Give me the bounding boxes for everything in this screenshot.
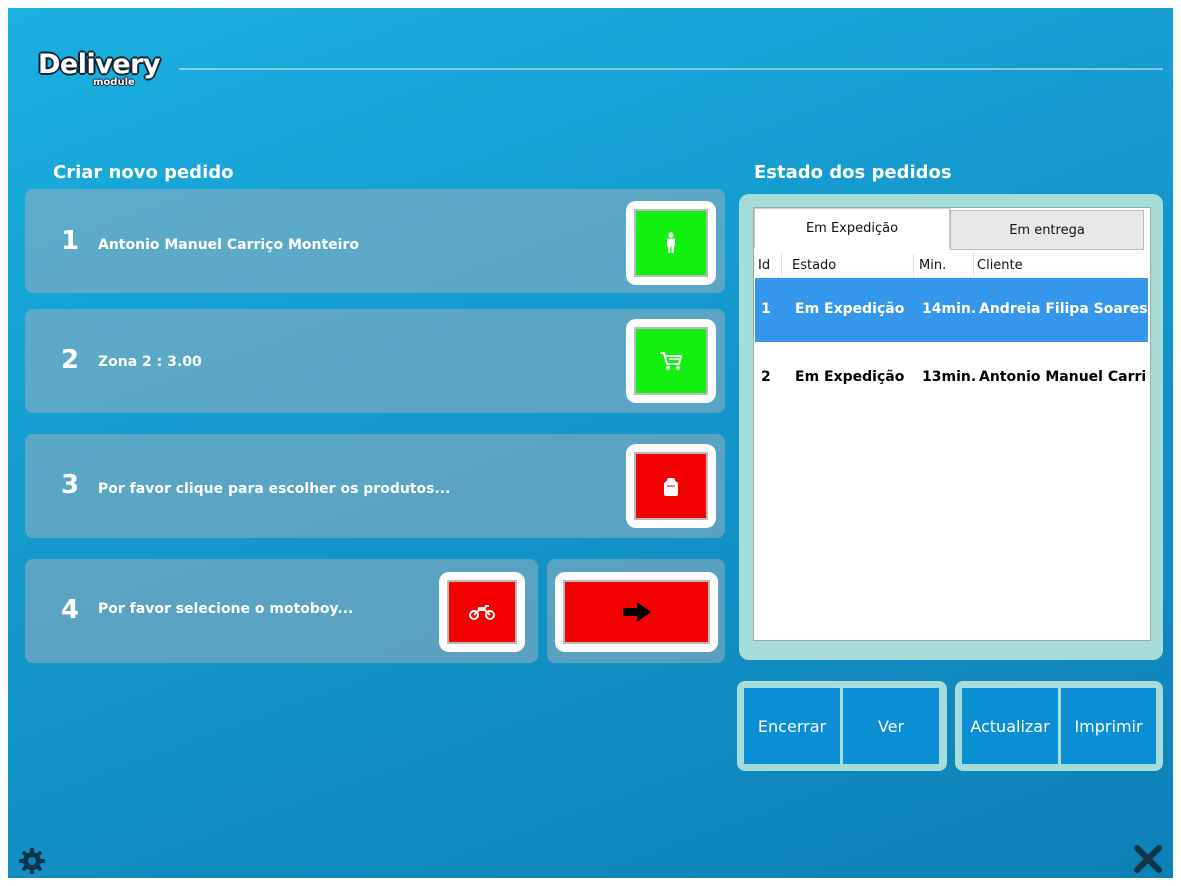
delivery-app: Delivery module Criar novo pedido 1 Anto… [8, 8, 1173, 878]
cell-min: 14min. [922, 301, 977, 317]
cart-icon [634, 327, 708, 395]
ver-button[interactable]: Ver [843, 688, 939, 764]
motorcycle-icon [447, 580, 517, 644]
actualizar-button[interactable]: Actualizar [962, 688, 1058, 764]
cell-cliente: Andreia Filipa Soares Ro [979, 301, 1147, 317]
column-header-id[interactable]: Id [758, 258, 770, 273]
column-header-min[interactable]: Min. [919, 258, 946, 273]
logo-main-text: Delivery [38, 49, 161, 80]
step-products[interactable]: 3 Por favor clique para escolher os prod… [25, 434, 725, 538]
step-customer[interactable]: 1 Antonio Manuel Carriço Monteiro [25, 189, 725, 293]
column-divider [973, 254, 974, 276]
table-row[interactable]: 1 Em Expedição 14min. Andreia Filipa Soa… [755, 278, 1148, 342]
cell-estado: Em Expedição [795, 369, 905, 385]
step-products-label: Por favor clique para escolher os produt… [98, 481, 451, 497]
step-number: 1 [61, 226, 80, 256]
step-number: 3 [61, 470, 80, 500]
select-motoboy-button[interactable] [439, 572, 525, 652]
cell-estado: Em Expedição [795, 301, 905, 317]
bag-icon [634, 452, 708, 520]
arrow-right-icon [563, 580, 710, 644]
header-divider [179, 68, 1163, 70]
create-order-title: Criar novo pedido [53, 162, 234, 183]
cell-id: 2 [761, 369, 771, 385]
tab-em-entrega[interactable]: Em entrega [950, 210, 1144, 250]
encerrar-button[interactable]: Encerrar [744, 688, 840, 764]
imprimir-button[interactable]: Imprimir [1061, 688, 1156, 764]
orders-list[interactable]: Em Expedição Em entrega Id Estado Min. C… [753, 207, 1151, 641]
cell-cliente: Antonio Manuel Carriço [979, 369, 1147, 385]
close-icon[interactable] [1134, 845, 1162, 877]
column-header-estado[interactable]: Estado [792, 258, 836, 273]
cell-min: 13min. [922, 369, 977, 385]
list-actions-group: Actualizar Imprimir [955, 681, 1163, 771]
select-zone-button[interactable] [626, 319, 716, 403]
orders-status-title: Estado dos pedidos [754, 162, 952, 183]
column-divider [781, 254, 782, 276]
tab-em-expedicao[interactable]: Em Expedição [754, 208, 950, 248]
delivery-logo: Delivery module [38, 49, 161, 89]
next-step-container [547, 559, 725, 663]
next-step-button[interactable] [555, 572, 718, 652]
order-actions-group: Encerrar Ver [737, 681, 947, 771]
gear-icon[interactable] [18, 847, 46, 878]
step-number: 2 [61, 345, 80, 375]
step-motoboy-label: Por favor selecione o motoboy... [98, 601, 354, 617]
step-motoboy[interactable]: 4 Por favor selecione o motoboy... [25, 559, 538, 663]
step-zone-label: Zona 2 : 3.00 [98, 354, 202, 370]
step-number: 4 [61, 595, 80, 625]
person-icon [634, 209, 708, 277]
table-row[interactable]: 2 Em Expedição 13min. Antonio Manuel Car… [755, 346, 1148, 410]
column-header-cliente[interactable]: Cliente [977, 258, 1023, 273]
step-customer-label: Antonio Manuel Carriço Monteiro [98, 237, 359, 253]
select-products-button[interactable] [626, 444, 716, 528]
select-customer-button[interactable] [626, 201, 716, 285]
cell-id: 1 [761, 301, 771, 317]
column-divider [913, 254, 914, 276]
orders-panel: Em Expedição Em entrega Id Estado Min. C… [739, 194, 1163, 660]
step-zone[interactable]: 2 Zona 2 : 3.00 [25, 309, 725, 413]
logo-sub-text: module [93, 77, 135, 88]
